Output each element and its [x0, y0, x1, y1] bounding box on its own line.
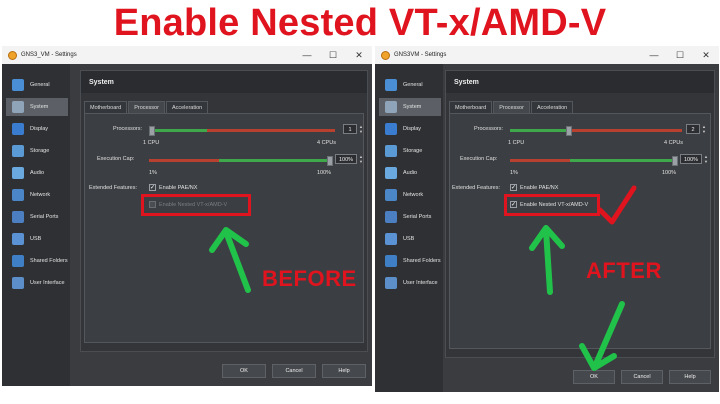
red-check-mark-icon: [597, 185, 637, 225]
arrow-down-to-ok-icon: [593, 301, 625, 367]
annotation-overlay: [209, 185, 637, 371]
arrow-up-right-icon: [543, 227, 553, 295]
